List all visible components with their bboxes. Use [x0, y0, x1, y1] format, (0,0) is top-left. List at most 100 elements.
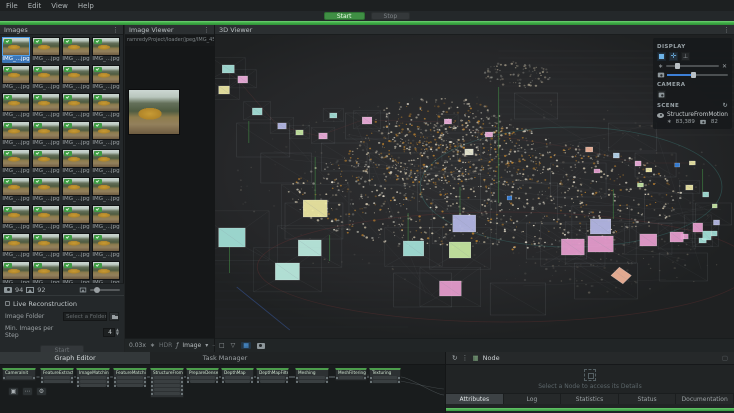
camera-size-slider[interactable]	[667, 74, 728, 76]
scene-item-label[interactable]: StructureFromMotion	[667, 112, 728, 118]
graph-node-structurefrommotion[interactable]: StructureFromMotion	[150, 368, 184, 398]
view-mode-select[interactable]: Image	[182, 342, 201, 349]
image-thumbnail[interactable]: IMG_...jpg	[92, 177, 120, 203]
graph-node-meshing[interactable]: Meshing	[295, 368, 329, 383]
image-thumbnail[interactable]: IMG_...jpg	[92, 149, 120, 175]
image-thumbnail[interactable]: IMG_...jpg	[2, 149, 30, 175]
image-thumbnail[interactable]: IMG_...jpg	[92, 233, 120, 259]
hdr-toggle[interactable]: HDR	[159, 342, 172, 349]
scene-refresh-icon[interactable]: ↻	[723, 102, 728, 109]
graph-node-preparedensescene[interactable]: PrepareDenseScene	[186, 368, 219, 382]
thumb-size-slider[interactable]	[90, 289, 120, 291]
min-images-value[interactable]: 4	[103, 328, 115, 337]
thumbnail-filename: IMG_...jpg	[62, 112, 90, 119]
image-thumbnail[interactable]: IMG_...jpg	[2, 65, 30, 91]
image-thumbnail[interactable]: IMG_...jpg	[62, 37, 90, 63]
image-thumbnail[interactable]: IMG_...jpg	[92, 205, 120, 231]
image-thumbnail[interactable]: IMG_...jpg	[2, 205, 30, 231]
image-thumbnail[interactable]: IMG_...jpg	[92, 37, 120, 63]
gizmo-toggle-icon[interactable]: ✛	[669, 52, 678, 61]
graph-node-featureextraction[interactable]: FeatureExtraction	[40, 368, 74, 384]
grid-toggle-icon[interactable]	[657, 52, 666, 61]
image-thumbnail[interactable]: IMG_...jpg	[92, 65, 120, 91]
point-size-slider[interactable]	[666, 65, 719, 67]
detail-tab-log[interactable]: Log	[504, 394, 562, 404]
node-graph[interactable]: ▣ ⋯ ⚙ CameraInit FeatureExtractionImageMa…	[0, 365, 445, 398]
cameras-visibility-icon[interactable]	[257, 343, 265, 349]
grid-mode-icon[interactable]: ▽	[231, 342, 236, 349]
image-thumbnail[interactable]: IMG_...jpg	[62, 233, 90, 259]
node-menu-icon[interactable]: ⋮	[461, 355, 468, 361]
human-scale-icon[interactable]: ⊥	[681, 52, 690, 61]
image-thumbnail[interactable]: IMG_...jpg	[32, 93, 60, 119]
image-thumbnail[interactable]: IMG_...jpg	[32, 205, 60, 231]
menu-item-file[interactable]: File	[6, 2, 18, 10]
viewer-3d-menu-icon[interactable]: ⋮	[723, 27, 730, 33]
image-thumbnail[interactable]: IMG_...jpg	[62, 261, 90, 283]
tab-task-manager[interactable]: Task Manager	[150, 352, 300, 364]
image-thumbnail[interactable]: IMG_...jpg	[62, 65, 90, 91]
more-options-button[interactable]: ⋯	[22, 387, 33, 396]
exposure-icon[interactable]: ƒ	[176, 342, 178, 349]
image-thumbnail[interactable]: IMG_...jpg	[92, 261, 120, 283]
graph-node-depthmapfilter[interactable]: DepthMapFilter	[256, 368, 289, 382]
browse-folder-button[interactable]	[109, 312, 119, 321]
image-thumbnail[interactable]: IMG_...jpg	[2, 233, 30, 259]
image-thumbnail[interactable]: IMG_...jpg	[32, 149, 60, 175]
image-thumbnail[interactable]: IMG_...jpg	[32, 177, 60, 203]
features-icon[interactable]: ∗	[150, 342, 155, 349]
menu-item-help[interactable]: Help	[78, 2, 94, 10]
image-thumbnail[interactable]: IMG_...jpg	[92, 93, 120, 119]
viewport-3d[interactable]: DISPLAY ✛ ⊥ ∗ ✕ CAMERA SCE	[215, 35, 734, 338]
detail-tab-attributes[interactable]: Attributes	[446, 394, 504, 404]
images-menu-icon[interactable]: ⋮	[112, 27, 119, 33]
graph-node-imagematching[interactable]: ImageMatching	[76, 368, 110, 387]
image-thumbnail[interactable]: IMG_...jpg	[32, 233, 60, 259]
image-viewer-canvas[interactable]	[125, 46, 215, 338]
node-refresh-icon[interactable]: ↻	[452, 354, 457, 362]
stop-button[interactable]: Stop	[371, 12, 411, 20]
image-thumbnail[interactable]: IMG_...jpg	[62, 149, 90, 175]
visibility-eye-icon[interactable]	[657, 113, 664, 118]
tab-graph-editor[interactable]: Graph Editor	[0, 352, 150, 364]
start-button[interactable]: Start	[324, 12, 365, 20]
detail-tab-status[interactable]: Status	[619, 394, 677, 404]
image-thumbnail[interactable]: IMG_...jpg	[32, 65, 60, 91]
points-mode-icon[interactable]: ▦	[241, 342, 251, 349]
image-thumbnail[interactable]: IMG_...jpg	[62, 177, 90, 203]
min-images-stepper[interactable]: ▲▼	[116, 328, 119, 336]
reset-icon[interactable]: ✕	[721, 63, 728, 70]
menu-item-edit[interactable]: Edit	[28, 2, 42, 10]
panel-expand-icon[interactable]: ▢	[722, 354, 728, 362]
camera-view-icon[interactable]	[657, 90, 666, 99]
graph-node-meshfiltering[interactable]: MeshFiltering	[335, 368, 367, 381]
image-thumbnail[interactable]: IMG_...jpg	[2, 37, 30, 63]
thumbnail-filename: IMG_...jpg	[32, 224, 60, 231]
image-thumbnail[interactable]: IMG_...jpg	[62, 93, 90, 119]
graph-node-featurematching[interactable]: FeatureMatching	[113, 368, 147, 387]
graph-node-camerainit[interactable]: CameraInit	[2, 368, 36, 381]
graph-settings-button[interactable]: ⚙	[36, 387, 47, 396]
thumbnail-status-badge	[34, 179, 42, 184]
image-thumbnail[interactable]: IMG_...jpg	[2, 177, 30, 203]
fit-graph-button[interactable]: ▣	[8, 387, 19, 396]
menu-item-view[interactable]: View	[51, 2, 68, 10]
image-thumbnail[interactable]: IMG_...jpg	[32, 121, 60, 147]
image-viewer-menu-icon[interactable]: ⋮	[203, 27, 210, 33]
wireframe-mode-icon[interactable]: □	[219, 342, 225, 349]
image-folder-field[interactable]: Select a Folder	[63, 312, 107, 321]
node-details-placeholder: Select a Node to access its Details	[446, 365, 734, 393]
live-reconstruction-toggle[interactable]	[5, 301, 10, 306]
image-thumbnail[interactable]: IMG_...jpg	[2, 261, 30, 283]
image-thumbnail[interactable]: IMG_...jpg	[2, 121, 30, 147]
detail-tab-documentation[interactable]: Documentation	[676, 394, 734, 404]
graph-node-depthmap[interactable]: DepthMap	[221, 368, 254, 382]
graph-node-texturing[interactable]: Texturing	[369, 368, 401, 384]
image-thumbnail[interactable]: IMG_...jpg	[2, 93, 30, 119]
image-thumbnail[interactable]: IMG_...jpg	[62, 121, 90, 147]
image-thumbnail[interactable]: IMG_...jpg	[32, 37, 60, 63]
detail-tab-statistics[interactable]: Statistics	[561, 394, 619, 404]
image-thumbnail[interactable]: IMG_...jpg	[62, 205, 90, 231]
image-thumbnail[interactable]: IMG_...jpg	[32, 261, 60, 283]
image-thumbnail[interactable]: IMG_...jpg	[92, 121, 120, 147]
